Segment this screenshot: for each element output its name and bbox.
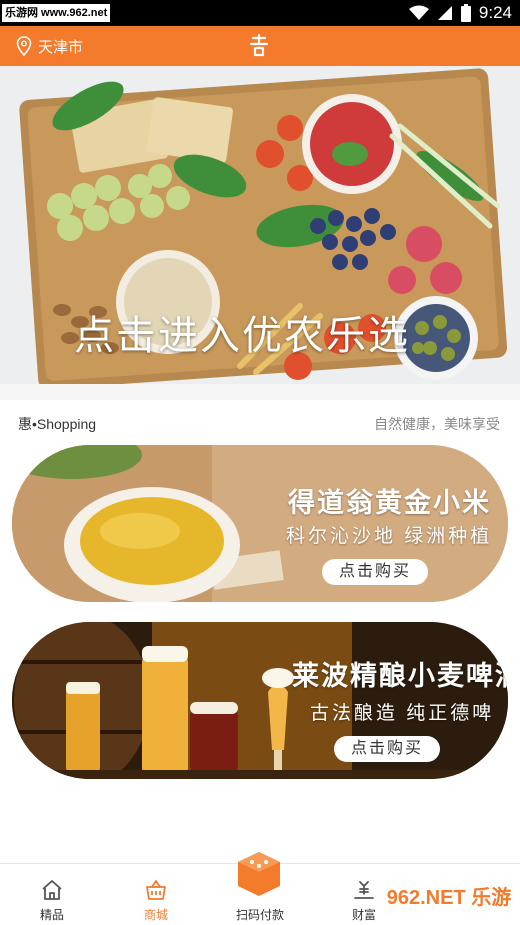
card-subtitle: 科尔沁沙地 绿洲种植 [286,526,493,547]
nav-label-mall: 商城 [143,908,168,922]
scan-pay-icon[interactable] [236,850,282,898]
section-title: 惠•Shopping [18,416,97,432]
nav-item-featured[interactable]: 精品 [12,864,92,925]
battery-icon [460,4,471,22]
brand-logo-icon [249,33,269,57]
banner-title: 点击进入优农乐选 [74,313,410,359]
home-icon [42,880,62,900]
city-selector[interactable]: 天津市 [16,26,83,66]
promo-banner[interactable]: 点击进入优农乐选 [0,66,520,384]
section-slogan: 自然健康，美味享受 [374,416,500,432]
section-divider [0,384,520,400]
wifi-icon [408,5,429,20]
location-pin-icon [16,36,32,56]
nav-label-scan-pay: 扫码付款 [235,908,284,922]
card-title: 得道翁黄金小米 [288,488,491,518]
watermark-label: 乐游网 www.962.net [2,4,111,22]
buy-button[interactable]: 点击购买 [322,559,428,585]
buy-button[interactable]: 点击购买 [334,736,440,762]
nav-label-featured: 精品 [39,908,64,922]
status-bar: 乐游网 www.962.net 9:24 [0,0,520,26]
watermark-badge: 962.NET 乐游网 [384,876,514,920]
watermark-badge-label: 962.NET 乐游网 [386,887,512,909]
wealth-icon [354,881,374,899]
status-time: 9:24 [478,3,512,22]
product-card-millet[interactable]: 得道翁黄金小米 科尔沁沙地 绿洲种植 点击购买 [12,445,508,602]
card-subtitle: 古法酿造 纯正德啤 [310,703,495,724]
city-name: 天津市 [38,38,84,56]
card-title: 莱波精酿小麦啤酒 [292,661,508,691]
nav-item-mall[interactable]: 商城 [116,864,196,925]
app-header: 天津市 [0,26,520,66]
status-icons: 9:24 [408,0,512,26]
shop-basket-icon [146,880,166,900]
product-card-beer[interactable]: 莱波精酿小麦啤酒 古法酿造 纯正德啤 点击购买 [12,622,508,779]
signal-icon [437,6,452,20]
